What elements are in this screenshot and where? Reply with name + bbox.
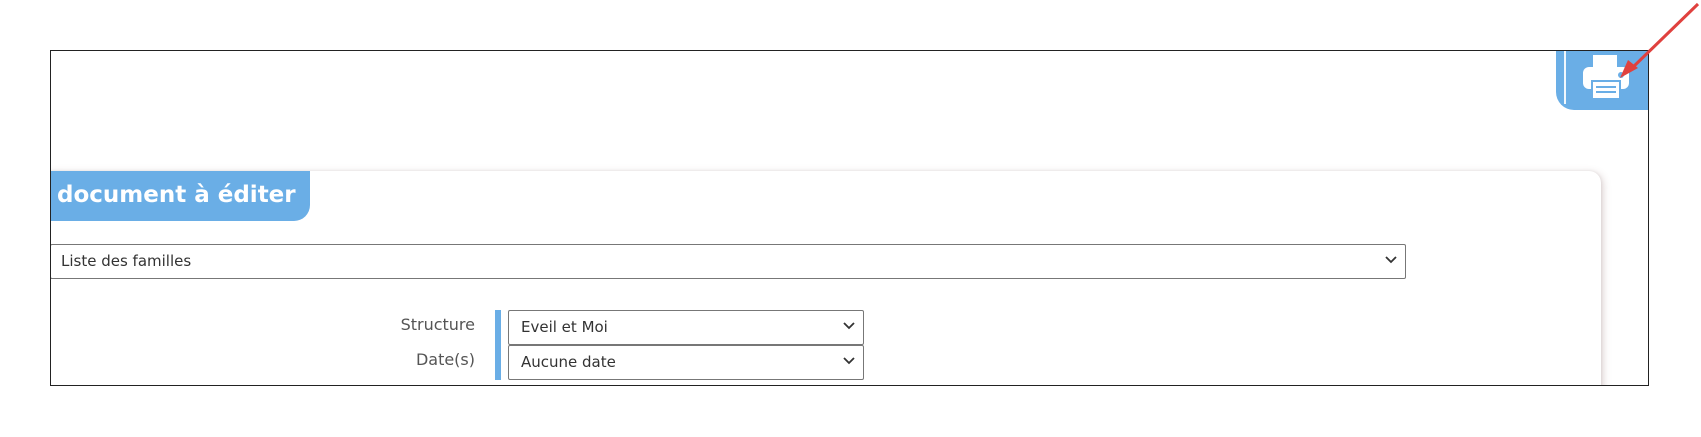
divider <box>1564 51 1566 104</box>
document-type-select[interactable]: Liste des familles <box>51 244 1406 279</box>
dates-label: Date(s) <box>415 350 475 369</box>
dates-select[interactable]: Aucune date <box>508 345 864 380</box>
chevron-down-icon <box>843 322 855 330</box>
chevron-down-icon <box>1385 256 1397 264</box>
card-title: document à éditer <box>51 171 310 221</box>
structure-label-wrap: Structure <box>251 315 475 349</box>
filter-accent-bar <box>495 310 501 380</box>
dates-value: Aucune date <box>521 353 616 371</box>
chevron-down-icon <box>843 357 855 365</box>
structure-label: Structure <box>400 315 475 334</box>
document-type-value: Liste des familles <box>61 252 192 270</box>
pointer-arrow-icon <box>1620 2 1700 78</box>
page-frame: document à éditer Liste des familles Str… <box>50 50 1649 386</box>
structure-value: Eveil et Moi <box>521 318 608 336</box>
structure-select[interactable]: Eveil et Moi <box>508 310 864 345</box>
dates-label-wrap: Date(s) <box>251 350 475 384</box>
